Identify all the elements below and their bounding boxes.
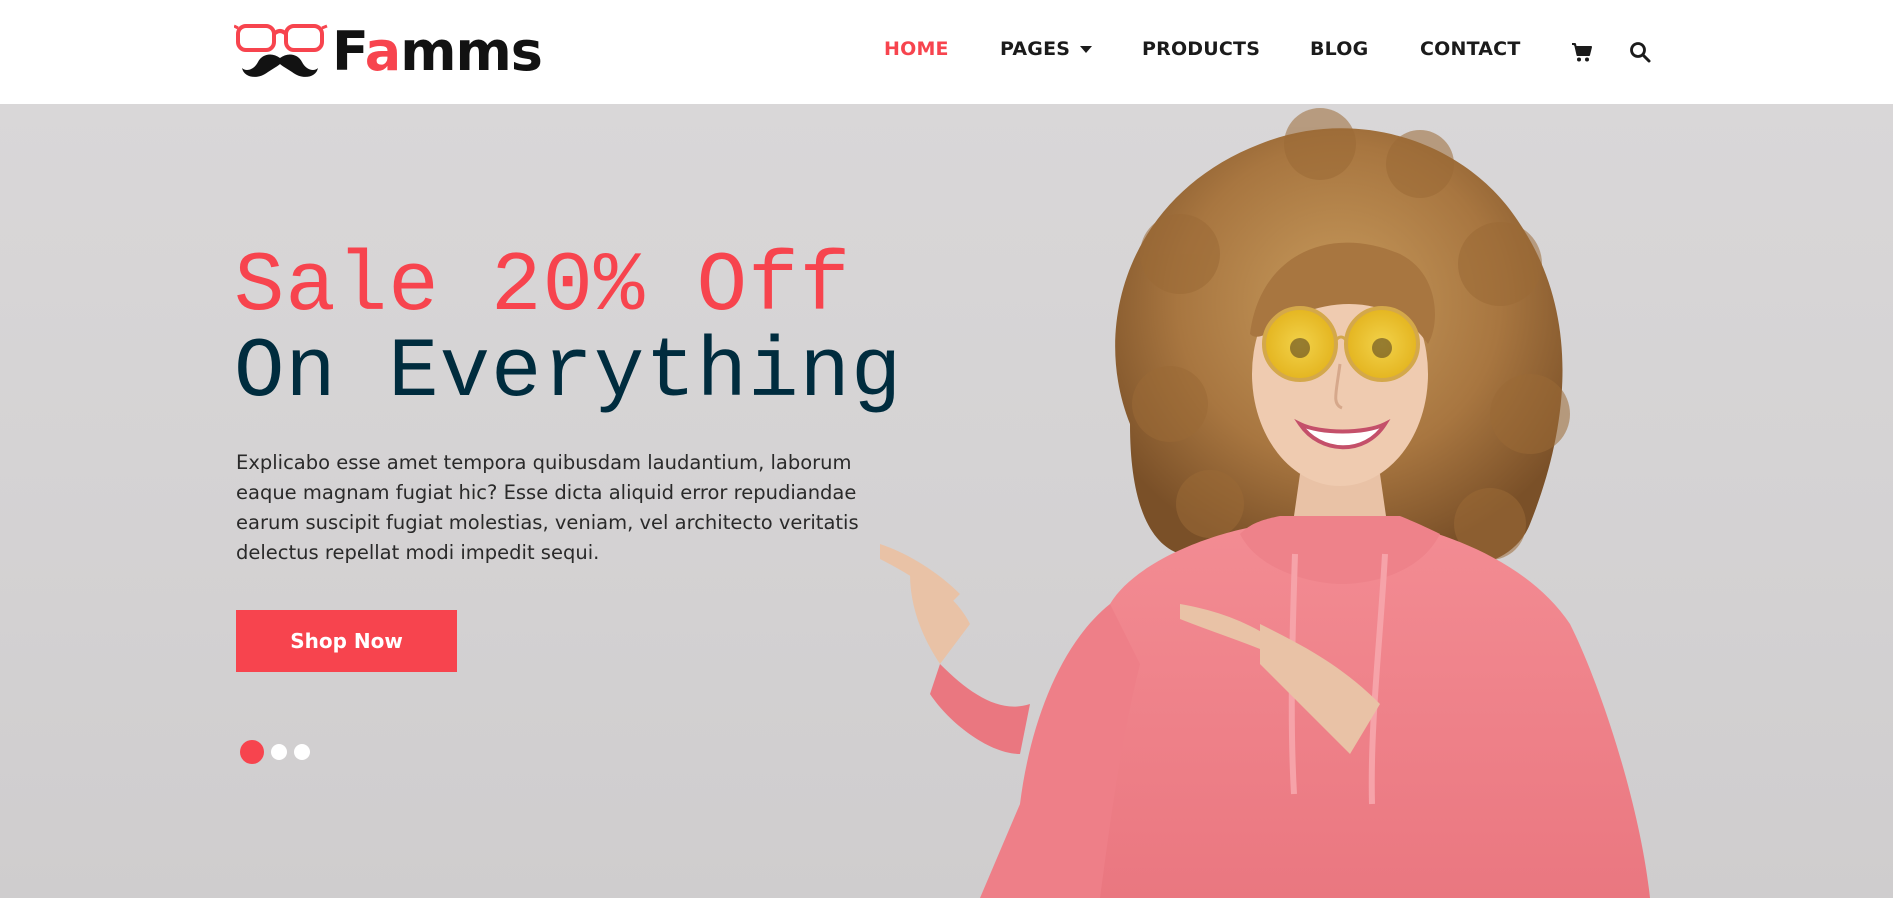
site-header: Famms HOME PAGES PRODUCTS BLOG CONTACT xyxy=(0,0,1893,104)
nav-pages[interactable]: PAGES xyxy=(1000,38,1093,60)
slider-dot-3[interactable] xyxy=(294,744,310,760)
page: Famms HOME PAGES PRODUCTS BLOG CONTACT S… xyxy=(0,0,1893,898)
hero-description: Explicabo esse amet tempora quibusdam la… xyxy=(236,451,859,564)
hero-model-image xyxy=(880,108,1650,898)
brand-name: Famms xyxy=(332,20,543,83)
nav-pages-label: PAGES xyxy=(1000,38,1071,60)
cart-icon[interactable] xyxy=(1570,40,1594,64)
slider-dot-1[interactable] xyxy=(240,740,264,764)
glasses-mustache-icon xyxy=(234,24,328,77)
hero-slider: Sale 20% Off On Everything Explicabo ess… xyxy=(0,104,1893,898)
nav-products[interactable]: PRODUCTS xyxy=(1142,38,1260,60)
slider-dot-2[interactable] xyxy=(271,744,287,760)
brand-logo[interactable]: Famms xyxy=(234,20,543,83)
shop-now-button[interactable]: Shop Now xyxy=(236,610,457,672)
nav-home[interactable]: HOME xyxy=(884,38,949,60)
brand-name-accent: a xyxy=(364,20,401,83)
search-icon[interactable] xyxy=(1628,40,1652,64)
hero-headline-everything: On Everything xyxy=(234,326,903,421)
nav-contact[interactable]: CONTACT xyxy=(1420,38,1521,60)
nav-blog[interactable]: BLOG xyxy=(1310,38,1368,60)
caret-down-icon xyxy=(1080,45,1093,53)
slider-indicators xyxy=(240,740,317,764)
hero-headline-sale: Sale 20% Off xyxy=(234,240,851,335)
